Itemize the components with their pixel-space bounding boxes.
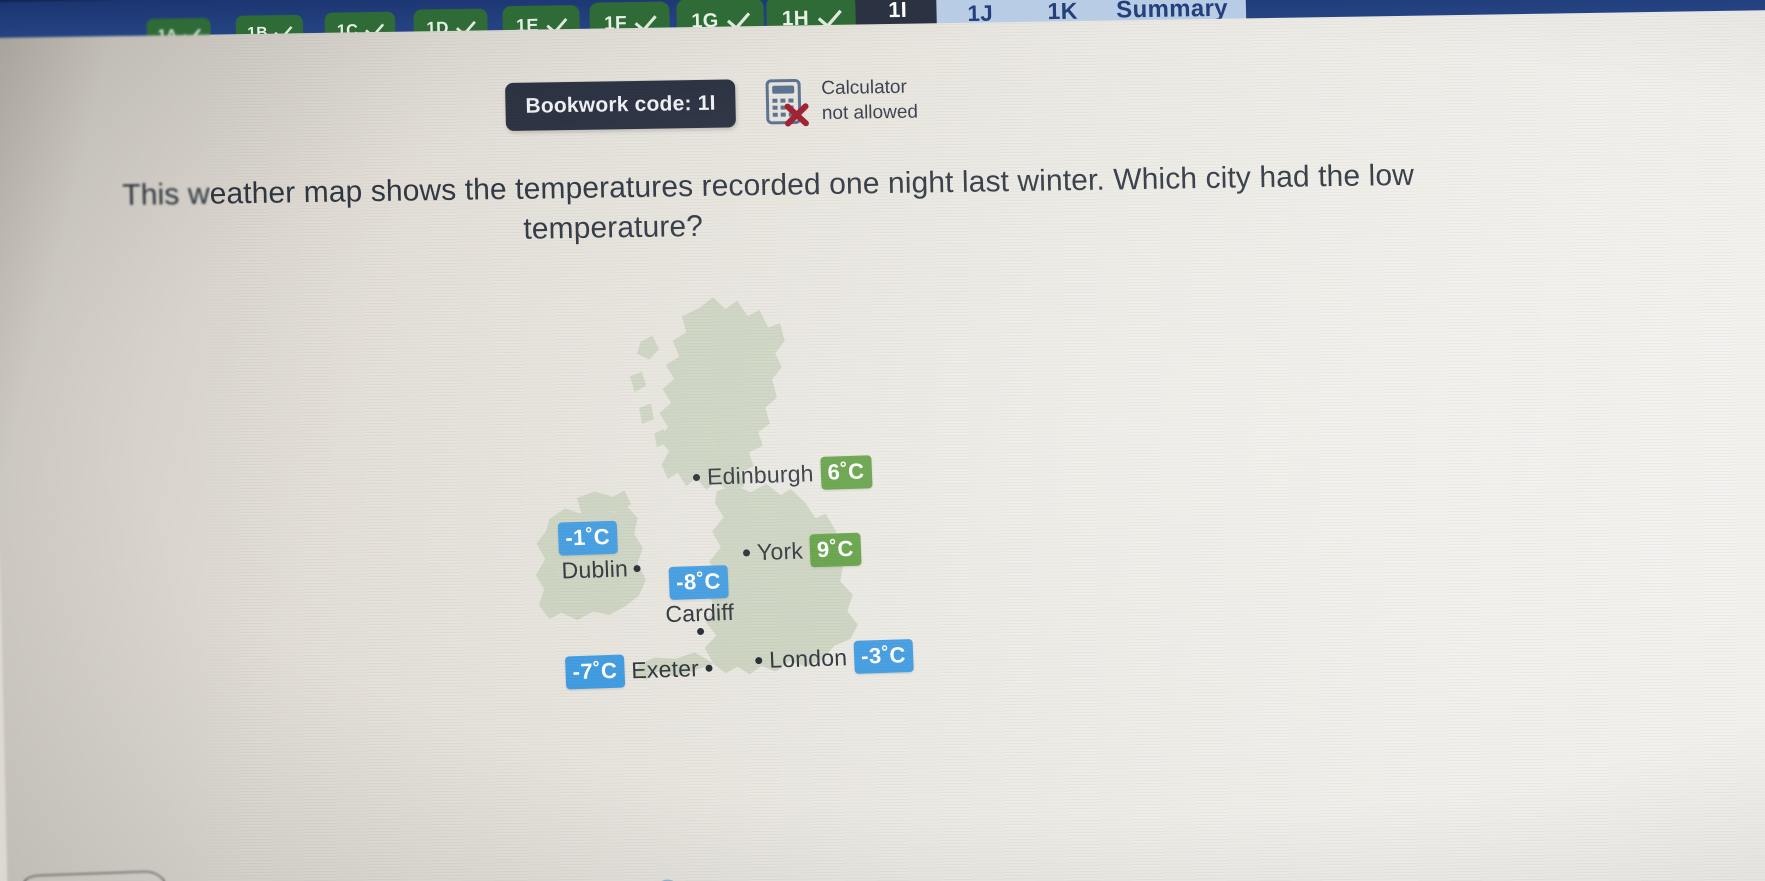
tab-label: 1K (1047, 0, 1079, 25)
temperature-badge-exeter: -7˚C (564, 654, 626, 690)
city-dot-icon (705, 664, 714, 672)
city-dot-icon (633, 564, 642, 573)
map-label-dublin: -1˚C Dublin (557, 520, 642, 585)
city-dot-icon (742, 549, 751, 557)
map-label-london: London -3˚C (755, 638, 914, 677)
city-name: London (768, 644, 848, 673)
city-name: Edinburgh (706, 460, 815, 490)
city-name: York (756, 537, 804, 566)
weather-map: Edinburgh 6˚C York 9˚C -1˚C Dublin -8˚C … (510, 269, 998, 754)
city-name: Exeter (630, 655, 700, 684)
dublin-name-row: Dublin (559, 555, 642, 585)
city-dot-icon (755, 656, 763, 665)
temperature-badge-london: -3˚C (853, 638, 914, 674)
city-dot-icon (692, 473, 701, 482)
calculator-text: Calculator not allowed (821, 76, 918, 127)
zoom-label: Zoom (688, 877, 748, 881)
map-label-cardiff: -8˚C Cardiff (664, 565, 735, 636)
temperature-badge-cardiff: -8˚C (668, 565, 729, 600)
temperature-badge-dublin: -1˚C (557, 520, 618, 556)
bookwork-bar: Bookwork code: 1I Calculator not allowed (504, 68, 1026, 138)
temperature-badge-york: 9˚C (809, 532, 862, 568)
city-dot-icon (696, 627, 705, 636)
map-label-exeter: -7˚C Exeter (564, 652, 714, 690)
bookwork-code-badge: Bookwork code: 1I (504, 79, 737, 131)
calculator-label-line1: Calculator (821, 77, 908, 100)
map-label-edinburgh: Edinburgh 6˚C (692, 455, 873, 494)
city-name: Cardiff (664, 598, 735, 628)
map-label-york: York 9˚C (742, 532, 862, 570)
question-page: Bookwork code: 1I Calculator not allowed… (0, 9, 1765, 881)
previous-button[interactable]: Previous (14, 869, 171, 881)
calculator-not-allowed-icon (765, 78, 810, 127)
screen-surface: Sparx Maths 1A 1B 1C 1D (0, 0, 1765, 881)
question-text: This weather map shows the temperatures … (82, 150, 1765, 257)
temperature-badge-edinburgh: 6˚C (819, 455, 873, 490)
tab-label: 1I (888, 0, 908, 23)
calculator-label-line2: not allowed (821, 101, 919, 125)
city-name: Dublin (561, 555, 629, 584)
calculator-notice: Calculator not allowed (765, 76, 918, 128)
zoom-control[interactable]: Zoom (655, 877, 749, 881)
photographed-screen: Sparx Maths 1A 1B 1C 1D (0, 0, 1765, 881)
